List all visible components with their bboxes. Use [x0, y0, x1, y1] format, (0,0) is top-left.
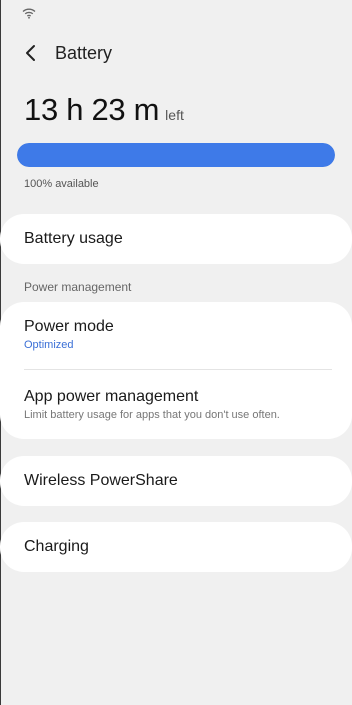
battery-level-bar	[17, 143, 335, 167]
battery-usage-item[interactable]: Battery usage	[0, 214, 352, 264]
power-mode-item[interactable]: Power mode Optimized	[0, 318, 352, 351]
remaining-time: 13 h 23 m	[24, 92, 160, 127]
power-mode-title: Power mode	[24, 318, 114, 335]
wifi-icon	[22, 6, 36, 19]
app-power-management-description: Limit battery usage for apps that you do…	[24, 409, 280, 421]
back-arrow-icon[interactable]	[18, 40, 44, 66]
app-power-management-title: App power management	[24, 388, 199, 405]
remaining-suffix: left	[165, 107, 184, 123]
wireless-powershare-item[interactable]: Wireless PowerShare	[0, 456, 352, 506]
status-bar	[0, 0, 352, 24]
battery-usage-label: Battery usage	[24, 230, 123, 247]
section-header-power-management: Power management	[24, 280, 132, 294]
power-mode-value: Optimized	[24, 339, 74, 351]
app-power-management-item[interactable]: App power management Limit battery usage…	[0, 388, 352, 421]
remaining-time-display: 13 h 23 m left	[24, 92, 184, 128]
battery-level-fill	[17, 143, 335, 167]
divider	[24, 369, 332, 370]
charging-item[interactable]: Charging	[0, 522, 352, 572]
app-bar: Battery	[0, 34, 352, 74]
power-management-card: Power mode Optimized App power managemen…	[0, 302, 352, 439]
page-title: Battery	[55, 43, 113, 63]
charging-label: Charging	[24, 538, 89, 555]
wireless-powershare-label: Wireless PowerShare	[24, 472, 178, 489]
battery-available-text: 100% available	[24, 178, 99, 190]
